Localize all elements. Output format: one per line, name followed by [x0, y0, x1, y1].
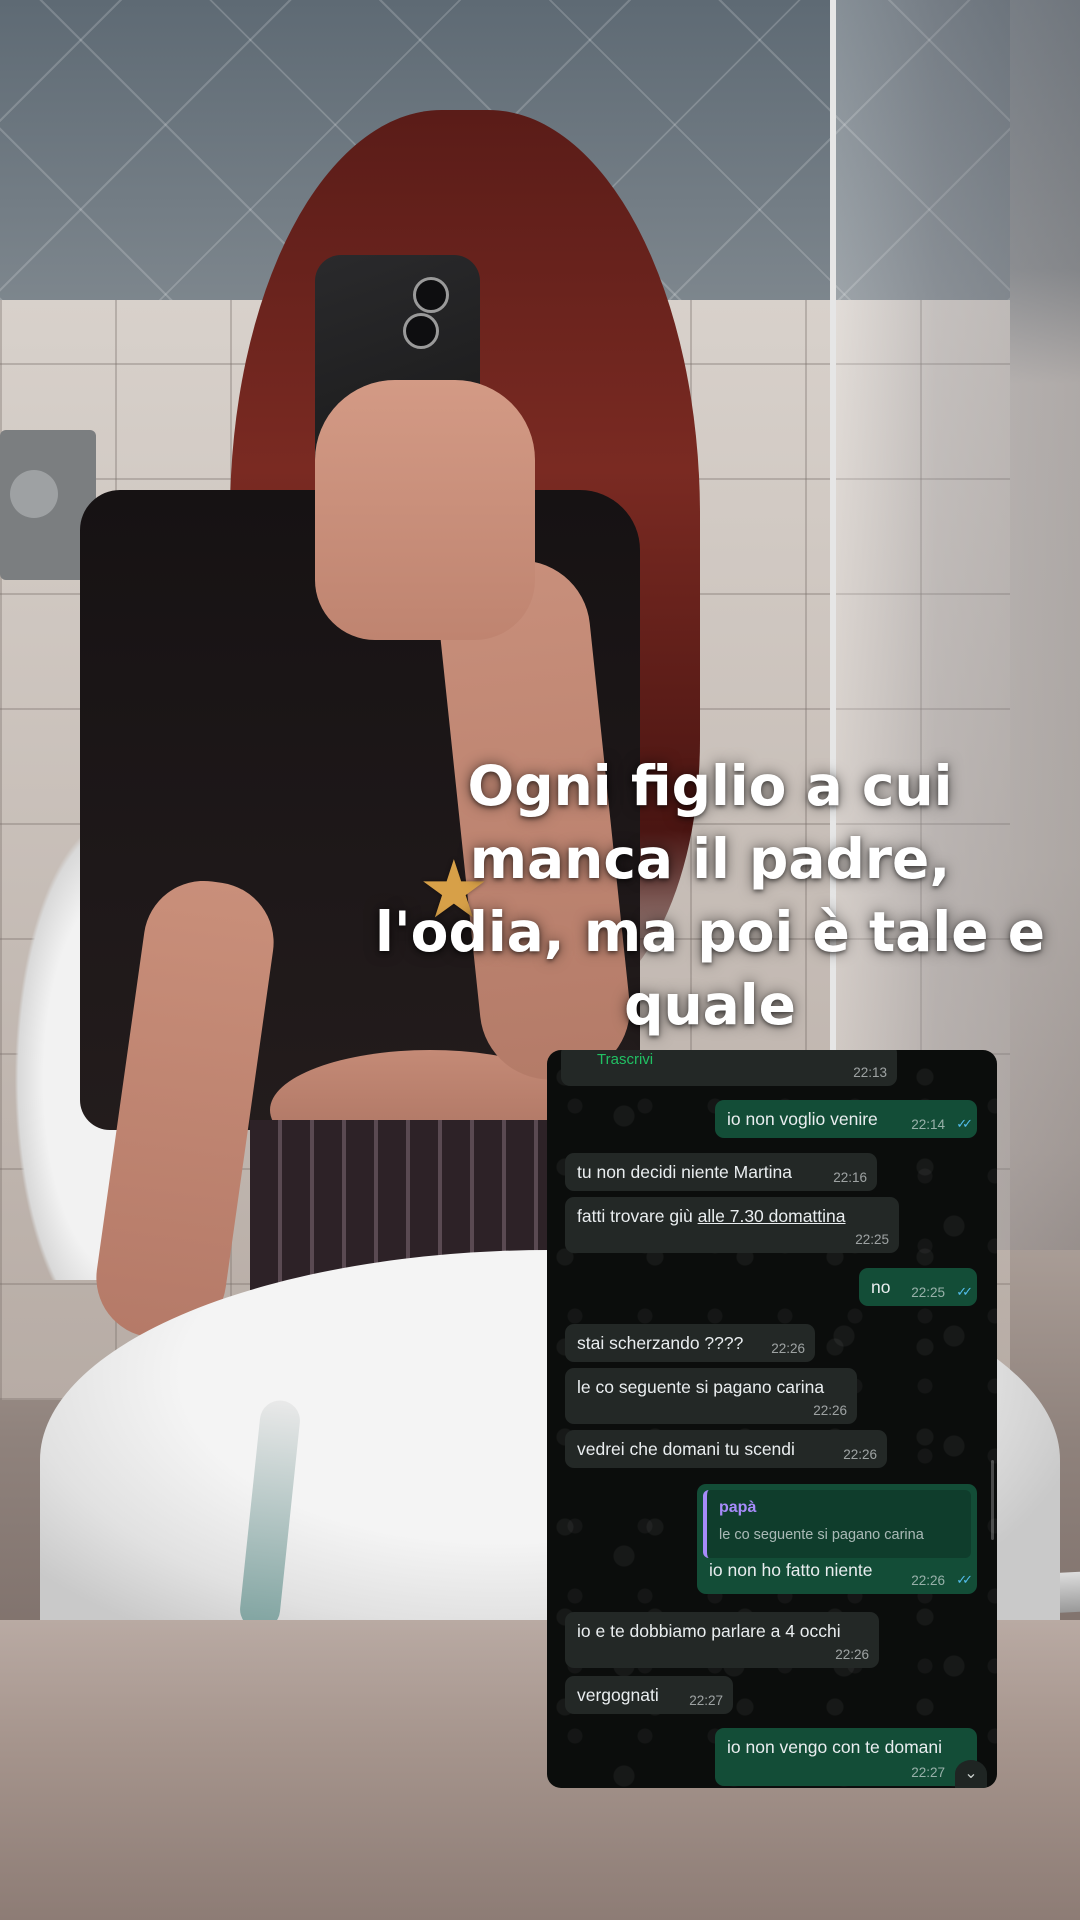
- message-time: 22:25: [855, 1232, 889, 1247]
- chevron-down-icon[interactable]: ⌄: [955, 1760, 987, 1788]
- message-text: io non ho fatto niente: [709, 1560, 873, 1580]
- story-caption: Ogni figlio a cui manca il padre, l'odia…: [374, 754, 1046, 1037]
- message-text: io non voglio venire: [727, 1109, 878, 1129]
- chat-message-incoming: stai scherzando ???? 22:26: [565, 1324, 815, 1362]
- quoted-message[interactable]: papà le co seguente si pagano carina: [703, 1490, 971, 1558]
- message-text: le co seguente si pagano carina: [577, 1377, 825, 1397]
- chat-message-outgoing-reply: papà le co seguente si pagano carina io …: [697, 1484, 977, 1594]
- hand: [315, 380, 535, 640]
- chat-message-incoming: vedrei che domani tu scendi 22:26: [565, 1430, 887, 1468]
- message-time: 22:26: [813, 1403, 847, 1418]
- read-ticks-icon: ✓✓: [956, 1572, 973, 1587]
- transcribe-link[interactable]: Trascrivi: [597, 1051, 653, 1068]
- chat-message-incoming: le co seguente si pagano carina 22:26: [565, 1368, 857, 1424]
- message-text: vedrei che domani tu scendi: [577, 1439, 795, 1459]
- message-time: 22:13: [853, 1065, 887, 1080]
- message-text: tu non decidi niente Martina: [577, 1162, 792, 1182]
- chat-message-incoming: io e te dobbiamo parlare a 4 occhi 22:26: [565, 1612, 879, 1668]
- camera-lens-icon: [403, 313, 439, 349]
- chat-message-incoming: Trascrivi 22:13: [561, 1050, 897, 1086]
- chat-message-outgoing: io non voglio venire 22:14 ✓✓: [715, 1100, 977, 1138]
- date-link[interactable]: alle 7.30 domattina: [698, 1206, 846, 1226]
- message-time: 22:25: [911, 1285, 945, 1300]
- message-text-part: fatti trovare giù: [577, 1206, 698, 1226]
- message-text: vergognati: [577, 1685, 659, 1705]
- read-ticks-icon: ✓✓: [956, 1284, 973, 1299]
- chat-message-outgoing: io non vengo con te domani 22:27: [715, 1728, 977, 1786]
- message-text: no: [871, 1277, 891, 1297]
- message-time: 22:27: [911, 1765, 945, 1780]
- message-time: 22:27: [689, 1693, 723, 1708]
- message-time: 22:26: [843, 1447, 877, 1462]
- message-text: io e te dobbiamo parlare a 4 occhi: [577, 1621, 841, 1641]
- quote-text: le co seguente si pagano carina: [719, 1527, 924, 1543]
- chat-message-incoming: vergognati 22:27: [565, 1676, 733, 1714]
- chat-message-outgoing: no 22:25 ✓✓: [859, 1268, 977, 1306]
- quote-author: papà: [719, 1499, 757, 1516]
- chat-scrollbar[interactable]: [991, 1460, 994, 1540]
- message-text: stai scherzando ????: [577, 1333, 744, 1353]
- message-text: fatti trovare giù alle 7.30 domattina: [577, 1206, 846, 1227]
- message-time: 22:26: [771, 1341, 805, 1356]
- chat-message-incoming: tu non decidi niente Martina 22:16: [565, 1153, 877, 1191]
- chat-screenshot: Trascrivi 22:13 io non voglio venire 22:…: [547, 1050, 997, 1788]
- message-time: 22:26: [835, 1647, 869, 1662]
- message-time: 22:26: [911, 1573, 945, 1588]
- message-text: io non vengo con te domani: [727, 1737, 943, 1757]
- chat-message-incoming: fatti trovare giù alle 7.30 domattina 22…: [565, 1197, 899, 1253]
- message-time: 22:16: [833, 1170, 867, 1185]
- camera-lens-icon: [413, 277, 449, 313]
- read-ticks-icon: ✓✓: [956, 1116, 973, 1131]
- message-time: 22:14: [911, 1117, 945, 1132]
